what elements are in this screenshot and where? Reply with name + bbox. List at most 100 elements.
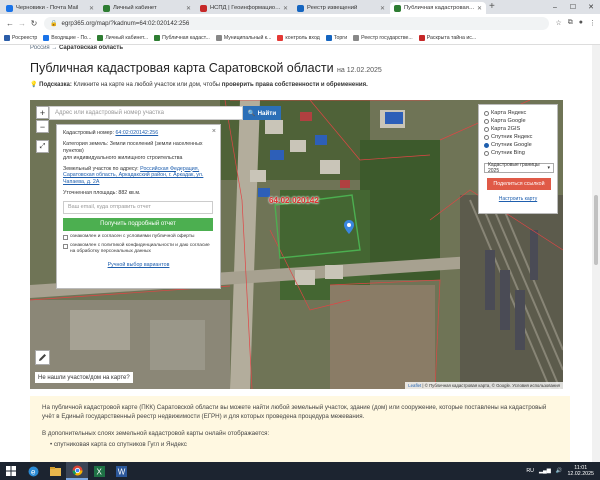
boundaries-select[interactable]: Кадастровые границы 2025 ▾ xyxy=(484,162,554,174)
scrollbar-thumb[interactable] xyxy=(594,195,598,265)
layer-option[interactable]: Спутник Яндекс xyxy=(484,133,552,141)
back-icon[interactable]: ← xyxy=(4,19,16,28)
layer-option[interactable]: Карта 2GIS xyxy=(484,125,552,133)
taskbar-explorer[interactable] xyxy=(44,462,66,480)
tab-favicon-icon xyxy=(394,4,401,12)
menu-icon[interactable]: ⋮ xyxy=(589,19,596,27)
leaflet-link[interactable]: Leaflet xyxy=(408,383,421,388)
tab-close-icon[interactable]: ✕ xyxy=(283,5,288,12)
bookmark-item[interactable]: Росреестр xyxy=(4,35,37,41)
breadcrumb-root[interactable]: Россия → xyxy=(30,45,57,51)
radio-button[interactable] xyxy=(484,134,489,140)
close-window-icon[interactable]: ✕ xyxy=(582,0,600,14)
clock[interactable]: 11:01 12.02.2025 xyxy=(567,465,594,478)
map-pin-icon[interactable] xyxy=(344,220,354,234)
start-button[interactable] xyxy=(0,462,22,480)
bulb-icon: 💡 xyxy=(30,82,38,88)
extensions-icon[interactable]: ⧉ xyxy=(568,19,573,27)
map-search-input[interactable]: Адрес или кадастровый номер участка xyxy=(49,106,243,120)
customize-map-link[interactable]: Настроить карту xyxy=(484,196,552,202)
excel-icon: X xyxy=(93,465,105,477)
bookmark-item[interactable]: Публичная кадаст... xyxy=(154,35,210,41)
bookmark-item[interactable]: Муниципальный к... xyxy=(215,35,272,41)
tab-strip: Черновики - Почта Mail ✕ Личный кабинет ✕ НС… xyxy=(0,0,600,14)
bookmark-label: Росреестр xyxy=(12,35,38,41)
privacy-consent[interactable]: ознакомлен с политикой конфиденциальност… xyxy=(63,243,214,255)
page-title-date: на 12.02.2025 xyxy=(337,67,382,74)
tab-favicon-icon xyxy=(297,4,304,12)
attribution-text: © Публичная кадастровая карта, © Google.… xyxy=(424,383,560,388)
svg-text:e: e xyxy=(31,467,36,476)
taskbar-excel[interactable]: X xyxy=(88,462,110,480)
browser-tab[interactable]: НСПД | Геоинформационн ✕ xyxy=(196,2,292,14)
star-icon[interactable]: ☆ xyxy=(555,19,561,27)
manual-select-link[interactable]: Ручной выбор вариантов xyxy=(108,262,170,268)
layer-option-label: Спутник Яндекс xyxy=(491,134,533,140)
tab-close-icon[interactable]: ✕ xyxy=(89,5,94,12)
edit-pencil-button[interactable] xyxy=(35,350,50,365)
bookmark-favicon-icon xyxy=(97,35,104,41)
bookmark-favicon-icon xyxy=(418,35,425,41)
category-label: Категория земель: xyxy=(63,140,109,147)
address-label: Земельный участок по адресу: xyxy=(63,165,139,172)
tab-close-icon[interactable]: ✕ xyxy=(477,5,482,12)
bookmark-item[interactable]: Торги xyxy=(325,35,347,41)
taskbar-ie[interactable]: e xyxy=(22,462,44,480)
layer-option[interactable]: Карта Google xyxy=(484,117,552,125)
get-report-button[interactable]: Получить подробный отчет xyxy=(63,218,213,231)
network-icon[interactable]: ▂▄▆ xyxy=(539,468,551,474)
browser-tab[interactable]: Реестр извещений ✕ xyxy=(293,2,389,14)
page-scrollbar[interactable] xyxy=(592,45,600,462)
browser-tab[interactable]: Личный кабинет ✕ xyxy=(99,2,195,14)
fullscreen-icon[interactable]: ⤢ xyxy=(36,140,49,153)
cadastral-map[interactable]: + − ⤢ Адрес или кадастровый номер участк… xyxy=(30,100,563,389)
radio-button[interactable] xyxy=(484,118,489,124)
radio-button[interactable] xyxy=(484,126,489,132)
share-link-button[interactable]: Поделиться ссылкой xyxy=(487,178,551,190)
chevron-down-icon: ▾ xyxy=(547,165,550,171)
zoom-out-button[interactable]: − xyxy=(36,120,49,133)
bookmark-item[interactable]: Раскрыта тайна ис... xyxy=(418,35,476,41)
tab-close-icon[interactable]: ✕ xyxy=(380,5,385,12)
radio-button[interactable] xyxy=(484,110,489,116)
kadnum-link[interactable]: 64:02:020142:256 xyxy=(115,130,158,136)
close-icon[interactable]: × xyxy=(212,127,216,136)
bookmark-item[interactable]: контроль вход xyxy=(277,35,320,41)
email-field[interactable]: Ваш email, куда отправить отчет xyxy=(63,201,213,214)
minimize-icon[interactable]: – xyxy=(546,0,564,14)
bookmark-item[interactable]: Входящие - По... xyxy=(43,35,91,41)
map-search-placeholder: Адрес или кадастровый номер участка xyxy=(55,110,165,116)
url-input[interactable]: 🔒 egrp365.org/map/?kadnum=64:02:020142:2… xyxy=(44,16,550,30)
taskbar-chrome[interactable] xyxy=(66,462,88,480)
taskbar-word[interactable]: W xyxy=(110,462,132,480)
lang-indicator[interactable]: RU xyxy=(526,468,534,474)
not-found-link[interactable]: Не нашли участок/дом на карте? xyxy=(35,372,133,383)
bookmark-item[interactable]: Реестр государстве... xyxy=(353,35,413,41)
taskbar: e X W RU ▂▄▆ 🔊 11:01 12.02.2025 xyxy=(0,462,600,480)
new-tab-button[interactable]: + xyxy=(489,1,495,13)
radio-button[interactable] xyxy=(484,142,489,148)
offer-checkbox[interactable] xyxy=(63,234,68,240)
address-bar: ← → ↻ 🔒 egrp365.org/map/?kadnum=64:02:02… xyxy=(0,14,600,32)
tab-title: НСПД | Геоинформационн xyxy=(210,5,281,11)
zoom-in-button[interactable]: + xyxy=(36,106,49,119)
tab-close-icon[interactable]: ✕ xyxy=(186,5,191,12)
layers-panel: Карта Яндекс Карта Google Карта 2GIS Спутни… xyxy=(478,104,558,214)
forward-icon[interactable]: → xyxy=(16,19,28,28)
layer-option[interactable]: Карта Яндекс xyxy=(484,109,552,117)
reload-icon[interactable]: ↻ xyxy=(28,19,40,28)
maximize-icon[interactable]: ☐ xyxy=(564,0,582,14)
layer-option[interactable]: Спутник Google xyxy=(484,141,552,149)
offer-consent[interactable]: ознакомлен и согласен с условиями публич… xyxy=(63,234,214,240)
browser-tab[interactable]: Публичная кадастровая карт ✕ xyxy=(390,2,486,14)
bookmark-label: Муниципальный к... xyxy=(223,35,272,41)
map-search-button[interactable]: 🔍 Найти xyxy=(243,106,281,120)
volume-icon[interactable]: 🔊 xyxy=(556,468,563,474)
privacy-checkbox[interactable] xyxy=(63,243,68,249)
description-list-item: • спутниковая карта со спутников Гугл и … xyxy=(50,440,187,448)
browser-tab[interactable]: Черновики - Почта Mail ✕ xyxy=(2,2,98,14)
radio-button[interactable] xyxy=(484,150,489,156)
bookmark-item[interactable]: Личный кабинет... xyxy=(97,35,148,41)
layer-option[interactable]: Спутник Bing xyxy=(484,149,552,157)
profile-icon[interactable]: ● xyxy=(579,19,583,27)
